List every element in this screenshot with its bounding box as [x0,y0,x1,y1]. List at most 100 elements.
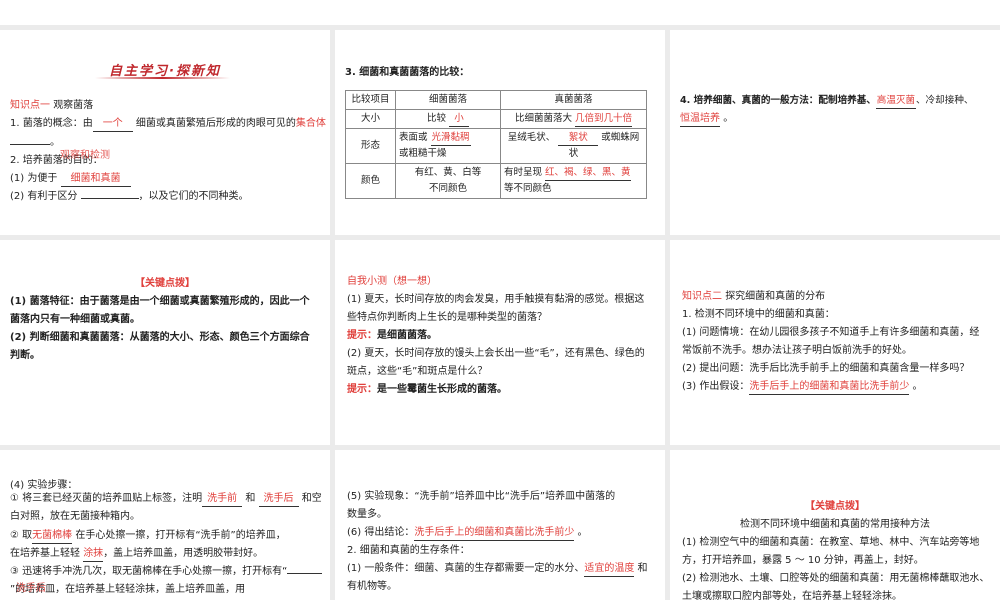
answer-blank [287,573,323,574]
hint-label: 提示： [347,384,377,395]
text-line: 土壤或擦取口腔内部等处，在培养基上轻轻涂抹。 [682,591,902,600]
cell: 形态 [345,128,396,164]
top-margin [0,0,1000,25]
text: ② 取 [10,530,33,541]
text: 有时呈现 [504,167,543,178]
cell: 颜色 [345,163,396,199]
answer-blank [80,198,139,199]
cell: 有红、黄、白等 不同颜色 [395,163,501,199]
text: (3) 作出假设： [682,381,750,392]
step-2: ② 取无菌棉棒 在手心处擦一擦，打开标有“洗手前”的培养皿， [10,527,286,545]
answer-blank: 红、褐、绿、黑、黄 [545,166,631,181]
kp-label: 知识点二 [682,291,722,302]
text: 4. 培养细菌、真菌的一般方法：配制培养基、 [680,95,876,106]
text: 和 [637,563,648,574]
text: 在培养基上轻轻 [10,548,80,559]
text-line: (1) 检测空气中的细菌和真菌：在教室、草地、林中、汽车站旁等地 [682,537,980,548]
text: 在手心处擦一擦，打开标有“洗手前”的培养皿， [75,530,286,541]
cell: 大小 [345,109,396,129]
comparison-heading: 3. 细菌和真菌菌落的比较： [345,67,470,78]
purpose-1: (1) 为便于 细菌和真菌 [10,170,131,188]
knowledge-point-1: 知识点一 观察菌落 [10,97,93,115]
text-line: (2) 检测池水、土壤、口腔等处的细菌和真菌：用无菌棉棒蘸取池水、 [682,573,990,584]
text-line: 数量多。 [347,509,387,520]
slide-panel-9[interactable]: 【关键点拨】 检测不同环境中细菌和真菌的常用接种方法 (1) 检测空气中的细菌和… [670,450,1000,600]
text: 。 [723,113,734,124]
text-line: 常饭前不洗手。想办法让孩子明白饭前洗手的好处。 [682,345,912,356]
slide-panel-1[interactable]: 自主学习·探新知 知识点一 观察菌落 1. 菌落的概念：由 一个 细菌或真菌繁殖后… [0,30,330,235]
key-points-subtitle: 检测不同环境中细菌和真菌的常用接种方法 [740,519,930,530]
kp-title: 探究细菌和真菌的分布 [725,291,826,302]
title-underline [95,77,230,79]
text: 呈绒毛状、 [507,132,556,143]
hint-1: 提示：是细菌菌落。 [347,327,437,345]
text: 不同颜色 [428,183,467,194]
text: 。 [912,381,923,392]
text: 比细菌菌落大 [514,113,572,124]
cell: 表面或 光滑黏稠 或粗糙干燥 [395,128,501,164]
key-points-heading: 【关键点拨】 [805,501,865,512]
question-text: 斑点，这些“毛”和斑点是什么？ [347,366,488,377]
answer-blank: 洗手后手上的细菌和真菌比洗手前少 [414,526,575,541]
text-line: 方，打开培养皿，暴露 5 ～ 10 分钟，再盖上，封好。 [682,555,924,566]
header-cell: 比较项目 [345,90,396,110]
table-row: 大小 比较 小比细菌菌落大 几倍到几十倍 [345,109,647,129]
text-line: 2. 细菌和真菌的生存条件： [347,545,470,556]
text: 等不同颜色 [504,183,552,194]
slide-panel-5[interactable]: 自我小测（想一想） (1) 夏天，长时间存放的肉会发臭，用手触摸有黏滑的感觉。根… [335,240,665,445]
slide-panel-8[interactable]: (5) 实验现象：“洗手前”培养皿中比“洗手后”培养皿中菌落的 数量多。 (6)… [335,450,665,600]
answer: 集合体 [295,118,326,129]
slide-panel-3[interactable]: 4. 培养细菌、真菌的一般方法：配制培养基、高温灭菌、冷却接种、 恒温培养 。 [670,30,1000,235]
table-header-row: 比较项目 细菌菌落 真菌菌落 [345,90,647,110]
text-line: (5) 实验现象：“洗手前”培养皿中比“洗手后”培养皿中菌落的 [347,491,616,502]
key-point-text: 菌落内只有一种细菌或真菌。 [10,314,140,325]
concept-line-end: 。 [10,134,60,152]
answer-blank: 洗手后 [258,492,299,507]
answer-overlay: 观察和检测 [60,150,110,161]
hint-text: 是一些霉菌生长形成的菌落。 [377,384,507,395]
text-line: 1. 检测不同环境中的细菌和真菌： [682,309,835,320]
text-line: (2) 提出问题：洗手后比洗手前手上的细菌和真菌含量一样多吗？ [682,363,970,374]
kp-label: 知识点一 [10,100,50,111]
header-cell: 细菌菌落 [395,90,501,110]
method-line: 4. 培养细菌、真菌的一般方法：配制培养基、高温灭菌、冷却接种、 [680,92,974,110]
text: 比较 [426,113,446,124]
text: (6) 得出结论： [347,527,415,538]
key-point-text: (2) 判断细菌和真菌菌落：从菌落的大小、形态、颜色三个方面综合 [10,332,310,343]
conditions-line: (1) 一般条件：细菌、真菌的生存都需要一定的水分、适宜的温度 和 [347,560,648,578]
hint-2: 提示：是一些霉菌生长形成的菌落。 [347,381,507,399]
question-text: (1) 夏天，长时间存放的肉会发臭，用手触摸有黏滑的感觉。根据这 [347,294,645,305]
text: 。 [577,527,588,538]
purpose-2: (2) 有利于区分 ，以及它们的不同种类。 [10,188,249,206]
text: 、冷却接种、 [915,95,974,106]
step-2b: 在培养基上轻轻 涂抹，盖上培养皿盖，用透明胶带封好。 [10,545,263,563]
key-point-text: (1) 菌落特征：由于菌落是由一个细菌或真菌繁殖形成的，因此一个 [10,296,310,307]
text: ③ 迅速将手冲洗几次，取无菌棉棒在手心处擦一擦，打开标有“ [10,566,288,577]
text: 和 [245,493,256,504]
slide-panel-2[interactable]: 3. 细菌和真菌菌落的比较： 比较项目 细菌菌落 真菌菌落 大小 比较 小 比细菌菌落大… [335,30,665,235]
text: 1. 菌落的概念：由 [10,118,93,129]
text: 表面或 [399,132,428,143]
answer-blank: 小 [449,112,470,127]
step-3: ③ 迅速将手冲洗几次，取无菌棉棒在手心处擦一擦，打开标有“ [10,563,323,581]
text-line: (1) 问题情境：在幼儿园很多孩子不知道手上有许多细菌和真菌，经 [682,327,980,338]
text: (1) 为便于 [10,173,58,184]
text: 。 [50,137,60,148]
slide-panel-7[interactable]: (4) 实验步骤： ① 将三套已经灭菌的培养皿贴上标签，注明 洗手前 和 洗手后 … [0,450,330,600]
conclusion-line: (6) 得出结论：洗手后手上的细菌和真菌比洗手前少 。 [347,524,588,542]
text: 和空 [301,493,322,504]
slide-panel-4[interactable]: 【关键点拨】 (1) 菌落特征：由于菌落是由一个细菌或真菌繁殖形成的，因此一个 … [0,240,330,445]
text: (1) 一般条件：细菌、真菌的生存都需要一定的水分、 [347,563,585,574]
answer-blank: 光滑黏稠 [430,131,471,146]
concept-line: 1. 菌落的概念：由 一个 细菌或真菌繁殖后形成的肉眼可见的集合体 [10,115,326,133]
self-test-heading: 自我小测（想一想） [347,276,437,287]
answer-blank: 涂抹 [83,547,104,562]
step-1: ① 将三套已经灭菌的培养皿贴上标签，注明 洗手前 和 洗手后 和空 [10,490,322,508]
text: (2) 有利于区分 [10,191,78,202]
text: 洗手后 [16,583,46,594]
answer-blank: 无菌棉棒 [32,529,73,544]
kp-title: 观察菌落 [53,100,94,111]
text: ① 将三套已经灭菌的培养皿贴上标签，注明 [10,493,203,504]
slide-panel-6[interactable]: 知识点二 探究细菌和真菌的分布 1. 检测不同环境中的细菌和真菌： (1) 问题… [670,240,1000,445]
answer-blank: 细菌和真菌 [60,172,131,187]
